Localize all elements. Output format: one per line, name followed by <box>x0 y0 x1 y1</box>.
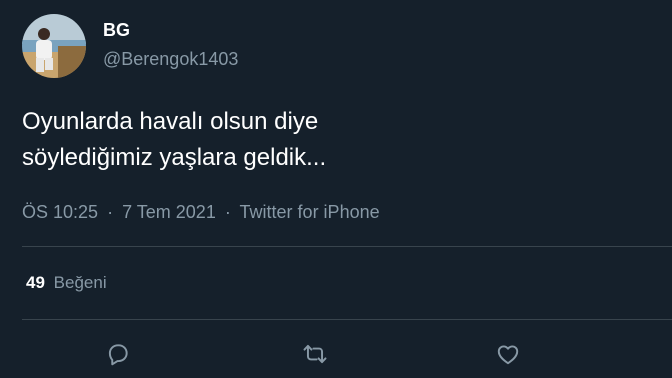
divider <box>22 246 672 247</box>
likes-stat[interactable]: 49 Beğeni <box>26 273 107 293</box>
tweet-source[interactable]: Twitter for iPhone <box>240 202 380 222</box>
likes-count: 49 <box>26 273 45 292</box>
meta-separator: · <box>107 202 114 222</box>
author-handle[interactable]: @Berengok1403 <box>103 49 238 70</box>
tweet-time[interactable]: ÖS 10:25 <box>22 202 98 222</box>
tweet-text: Oyunlarda havalı olsun diye söylediğimiz… <box>22 104 642 176</box>
tweet-meta: ÖS 10:25 · 7 Tem 2021 · Twitter for iPho… <box>22 202 380 223</box>
reply-icon <box>108 344 128 366</box>
tweet-date[interactable]: 7 Tem 2021 <box>122 202 216 222</box>
author-name[interactable]: BG <box>103 20 130 41</box>
retweet-icon <box>303 344 327 364</box>
retweet-button[interactable] <box>301 340 329 368</box>
avatar[interactable] <box>22 14 86 78</box>
tweet-text-line: Oyunlarda havalı olsun diye <box>22 108 319 135</box>
divider <box>22 319 672 320</box>
meta-separator: · <box>224 202 231 222</box>
like-button[interactable] <box>494 340 522 368</box>
likes-label: Beğeni <box>53 273 107 292</box>
reply-button[interactable] <box>104 340 132 368</box>
like-icon <box>497 345 519 365</box>
avatar-photo <box>22 14 86 78</box>
tweet-text-line: söylediğimiz yaşlara geldik... <box>22 144 327 171</box>
